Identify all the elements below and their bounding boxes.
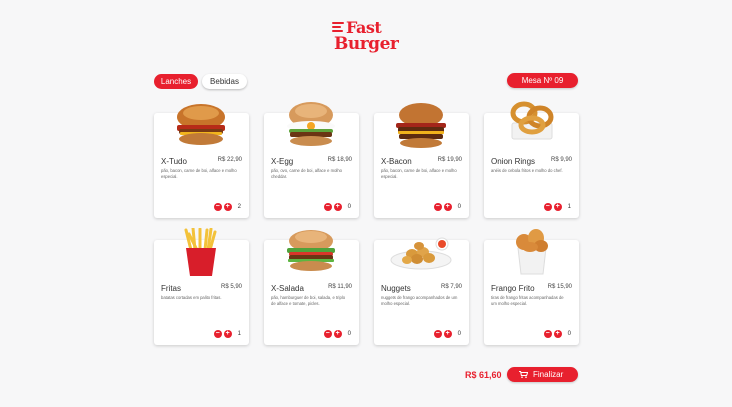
product-card-fritas[interactable]: Fritas R$ 5,90 batatas cortadas em palit…	[154, 228, 249, 345]
product-card-x-bacon[interactable]: X-Bacon R$ 19,90 pão, bacon, carne de bo…	[374, 103, 469, 218]
table-number-badge: Mesa Nº 09	[507, 73, 578, 88]
quantity-count: 0	[567, 331, 571, 337]
decrease-button[interactable]: −	[433, 203, 442, 211]
product-description: anéis de cebola fritos e molho do chef.	[491, 168, 563, 173]
product-card-nuggets[interactable]: Nuggets R$ 7,90 nuggets de frango acompa…	[374, 237, 469, 345]
product-name: Fritas	[161, 284, 181, 293]
product-card-x-egg[interactable]: X-Egg R$ 18,90 pão, ovo, carne de boi, a…	[264, 102, 359, 218]
cart-icon	[519, 371, 528, 378]
increase-button[interactable]: +	[223, 203, 232, 211]
increase-button[interactable]: +	[553, 203, 562, 211]
quantity-count: 0	[457, 204, 461, 210]
quantity-stepper: − + 0	[433, 330, 461, 338]
product-description: pão, bacon, carne de boi, alface e molho…	[381, 168, 457, 179]
product-name: Onion Rings	[491, 157, 536, 166]
quantity-count: 1	[567, 204, 571, 210]
decrease-button[interactable]: −	[213, 330, 222, 338]
finish-order-label: Finalizar	[533, 370, 564, 379]
salad-burger-icon	[287, 230, 335, 271]
product-price: R$ 18,90	[327, 157, 352, 163]
product-description: tiras de frango fritas acompanhadas de u…	[491, 295, 564, 306]
bacon-burger-icon	[396, 103, 446, 148]
quantity-stepper: − + 0	[433, 203, 461, 211]
nuggets-icon	[390, 237, 452, 270]
product-description: pão, bacon, carne de boi, alface e molho…	[161, 168, 237, 179]
product-price: R$ 15,90	[547, 284, 572, 290]
product-name: Nuggets	[381, 284, 411, 293]
tab-lanches[interactable]: Lanches	[154, 74, 198, 89]
product-description: pão, hamburguer de boi, salada, e triplo…	[271, 295, 346, 306]
fried-chicken-icon	[516, 229, 548, 275]
quantity-stepper: − + 1	[213, 330, 241, 338]
quantity-count: 0	[457, 331, 461, 337]
product-description: batatas cortadas em palito fritas.	[161, 295, 222, 300]
quantity-count: 2	[237, 204, 241, 210]
burger-icon	[177, 104, 225, 145]
product-card-x-salada[interactable]: X-Salada R$ 11,90 pão, hamburguer de boi…	[264, 230, 359, 345]
increase-button[interactable]: +	[333, 203, 342, 211]
category-tabs: Lanches Bebidas	[154, 74, 247, 89]
product-price: R$ 19,90	[437, 157, 462, 163]
quantity-stepper: − + 2	[213, 203, 241, 211]
product-name: X-Egg	[271, 157, 294, 166]
fries-icon	[184, 228, 217, 276]
tab-bebidas[interactable]: Bebidas	[202, 74, 247, 89]
increase-button[interactable]: +	[333, 330, 342, 338]
onion-rings-icon	[510, 101, 554, 140]
increase-button[interactable]: +	[443, 330, 452, 338]
product-card-x-tudo[interactable]: X-Tudo R$ 22,90 pão, bacon, carne de boi…	[154, 104, 249, 218]
product-name: X-Salada	[271, 284, 304, 293]
quantity-stepper: − + 0	[323, 330, 351, 338]
increase-button[interactable]: +	[443, 203, 452, 211]
increase-button[interactable]: +	[553, 330, 562, 338]
quantity-count: 1	[237, 331, 241, 337]
quantity-stepper: − + 0	[323, 203, 351, 211]
product-description: pão, ovo, carne de boi, alface e molho c…	[271, 168, 343, 179]
decrease-button[interactable]: −	[323, 203, 332, 211]
decrease-button[interactable]: −	[433, 330, 442, 338]
product-description: nuggets de frango acompanhados de um mol…	[381, 295, 458, 306]
product-price: R$ 9,90	[550, 157, 572, 163]
decrease-button[interactable]: −	[543, 330, 552, 338]
brand-logo: Fast Burger	[332, 18, 400, 54]
speed-lines-icon	[332, 22, 346, 32]
quantity-count: 0	[347, 331, 351, 337]
finish-order-button[interactable]: Finalizar	[507, 367, 578, 382]
product-name: Frango Frito	[491, 284, 535, 293]
decrease-button[interactable]: −	[323, 330, 332, 338]
product-price: R$ 5,90	[220, 284, 242, 290]
product-price: R$ 22,90	[217, 157, 242, 163]
quantity-stepper: − + 0	[543, 330, 571, 338]
increase-button[interactable]: +	[223, 330, 232, 338]
product-name: X-Tudo	[161, 157, 187, 166]
brand-line2: Burger	[334, 34, 399, 54]
product-price: R$ 7,90	[440, 284, 462, 290]
product-price: R$ 11,90	[328, 284, 352, 290]
quantity-stepper: − + 1	[543, 203, 571, 211]
decrease-button[interactable]: −	[213, 203, 222, 211]
product-card-frango-frito[interactable]: Frango Frito R$ 15,90 tiras de frango fr…	[484, 229, 579, 345]
quantity-count: 0	[347, 204, 351, 210]
product-card-onion-rings[interactable]: Onion Rings R$ 9,90 anéis de cebola frit…	[484, 101, 579, 218]
egg-burger-icon	[287, 102, 335, 146]
decrease-button[interactable]: −	[543, 203, 552, 211]
order-total: R$ 61,60	[465, 370, 502, 380]
product-name: X-Bacon	[381, 157, 412, 166]
